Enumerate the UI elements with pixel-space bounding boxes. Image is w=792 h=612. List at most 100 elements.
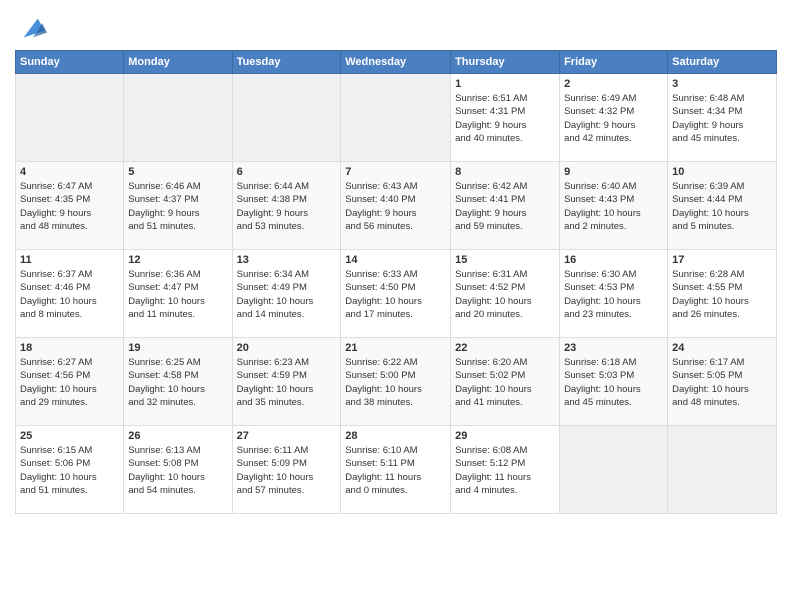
week-row-1: 1Sunrise: 6:51 AM Sunset: 4:31 PM Daylig…	[16, 74, 777, 162]
day-number: 25	[20, 430, 119, 442]
day-cell	[341, 74, 451, 162]
logo	[15, 14, 47, 42]
day-number: 29	[455, 430, 555, 442]
day-number: 26	[128, 430, 227, 442]
day-cell	[232, 74, 341, 162]
day-number: 23	[564, 342, 663, 354]
day-info: Sunrise: 6:25 AM Sunset: 4:58 PM Dayligh…	[128, 356, 227, 409]
day-info: Sunrise: 6:39 AM Sunset: 4:44 PM Dayligh…	[672, 180, 772, 233]
day-cell: 19Sunrise: 6:25 AM Sunset: 4:58 PM Dayli…	[124, 338, 232, 426]
day-number: 7	[345, 166, 446, 178]
day-cell: 10 Sunrise: 6:39 AM Sunset: 4:44 PM Dayli…	[668, 162, 777, 250]
day-cell: 29 Sunrise: 6:08 AM Sunset: 5:12 PM Dayli…	[451, 426, 560, 514]
day-info: Sunrise: 6:17 AM Sunset: 5:05 PM Dayligh…	[672, 356, 772, 409]
day-cell: 4 Sunrise: 6:47 AM Sunset: 4:35 PM Daylig…	[16, 162, 124, 250]
day-number: 16	[564, 254, 663, 266]
day-cell: 12 Sunrise: 6:36 AM Sunset: 4:47 PM Dayli…	[124, 250, 232, 338]
header-cell-sunday: Sunday	[16, 51, 124, 74]
day-info: Sunrise: 6:42 AM Sunset: 4:41 PM Dayligh…	[455, 180, 555, 233]
week-row-5: 25 Sunrise: 6:15 AM Sunset: 5:06 PM Dayli…	[16, 426, 777, 514]
day-number: 9	[564, 166, 663, 178]
day-info: Sunrise: 6:34 AM Sunset: 4:49 PM Dayligh…	[237, 268, 337, 321]
day-number: 3	[672, 78, 772, 90]
day-cell	[124, 74, 232, 162]
day-info: Sunrise: 6:48 AM Sunset: 4:34 PM Dayligh…	[672, 92, 772, 145]
day-info: Sunrise: 6:10 AM Sunset: 5:11 PM Dayligh…	[345, 444, 446, 497]
day-number: 21	[345, 342, 446, 354]
day-info: Sunrise: 6:37 AM Sunset: 4:46 PM Dayligh…	[20, 268, 119, 321]
day-number: 18	[20, 342, 119, 354]
day-cell	[16, 74, 124, 162]
day-cell	[668, 426, 777, 514]
day-number: 27	[237, 430, 337, 442]
day-number: 12	[128, 254, 227, 266]
header-cell-monday: Monday	[124, 51, 232, 74]
day-number: 15	[455, 254, 555, 266]
day-info: Sunrise: 6:49 AM Sunset: 4:32 PM Dayligh…	[564, 92, 663, 145]
day-info: Sunrise: 6:33 AM Sunset: 4:50 PM Dayligh…	[345, 268, 446, 321]
day-cell	[560, 426, 668, 514]
day-cell: 23 Sunrise: 6:18 AM Sunset: 5:03 PM Dayli…	[560, 338, 668, 426]
day-cell: 20 Sunrise: 6:23 AM Sunset: 4:59 PM Dayli…	[232, 338, 341, 426]
day-number: 4	[20, 166, 119, 178]
week-row-2: 4 Sunrise: 6:47 AM Sunset: 4:35 PM Daylig…	[16, 162, 777, 250]
day-info: Sunrise: 6:15 AM Sunset: 5:06 PM Dayligh…	[20, 444, 119, 497]
day-info: Sunrise: 6:43 AM Sunset: 4:40 PM Dayligh…	[345, 180, 446, 233]
day-cell: 27Sunrise: 6:11 AM Sunset: 5:09 PM Dayli…	[232, 426, 341, 514]
day-cell: 6 Sunrise: 6:44 AM Sunset: 4:38 PM Daylig…	[232, 162, 341, 250]
week-row-4: 18 Sunrise: 6:27 AM Sunset: 4:56 PM Dayli…	[16, 338, 777, 426]
day-info: Sunrise: 6:23 AM Sunset: 4:59 PM Dayligh…	[237, 356, 337, 409]
day-number: 22	[455, 342, 555, 354]
day-cell: 2 Sunrise: 6:49 AM Sunset: 4:32 PM Daylig…	[560, 74, 668, 162]
header-cell-wednesday: Wednesday	[341, 51, 451, 74]
header	[15, 10, 777, 42]
day-number: 1	[455, 78, 555, 90]
day-cell: 13Sunrise: 6:34 AM Sunset: 4:49 PM Dayli…	[232, 250, 341, 338]
day-cell: 7 Sunrise: 6:43 AM Sunset: 4:40 PM Daylig…	[341, 162, 451, 250]
day-number: 20	[237, 342, 337, 354]
day-info: Sunrise: 6:08 AM Sunset: 5:12 PM Dayligh…	[455, 444, 555, 497]
day-cell: 25 Sunrise: 6:15 AM Sunset: 5:06 PM Dayli…	[16, 426, 124, 514]
day-cell: 17Sunrise: 6:28 AM Sunset: 4:55 PM Dayli…	[668, 250, 777, 338]
day-info: Sunrise: 6:47 AM Sunset: 4:35 PM Dayligh…	[20, 180, 119, 233]
day-info: Sunrise: 6:13 AM Sunset: 5:08 PM Dayligh…	[128, 444, 227, 497]
day-cell: 8 Sunrise: 6:42 AM Sunset: 4:41 PM Daylig…	[451, 162, 560, 250]
day-number: 24	[672, 342, 772, 354]
day-info: Sunrise: 6:40 AM Sunset: 4:43 PM Dayligh…	[564, 180, 663, 233]
page: SundayMondayTuesdayWednesdayThursdayFrid…	[0, 0, 792, 524]
logo-icon	[19, 14, 47, 42]
day-number: 5	[128, 166, 227, 178]
day-cell: 15 Sunrise: 6:31 AM Sunset: 4:52 PM Dayli…	[451, 250, 560, 338]
day-cell: 3 Sunrise: 6:48 AM Sunset: 4:34 PM Daylig…	[668, 74, 777, 162]
day-info: Sunrise: 6:44 AM Sunset: 4:38 PM Dayligh…	[237, 180, 337, 233]
header-cell-thursday: Thursday	[451, 51, 560, 74]
day-cell: 28 Sunrise: 6:10 AM Sunset: 5:11 PM Dayli…	[341, 426, 451, 514]
day-cell: 26 Sunrise: 6:13 AM Sunset: 5:08 PM Dayli…	[124, 426, 232, 514]
week-row-3: 11 Sunrise: 6:37 AM Sunset: 4:46 PM Dayli…	[16, 250, 777, 338]
day-cell: 18 Sunrise: 6:27 AM Sunset: 4:56 PM Dayli…	[16, 338, 124, 426]
day-info: Sunrise: 6:31 AM Sunset: 4:52 PM Dayligh…	[455, 268, 555, 321]
day-number: 2	[564, 78, 663, 90]
header-cell-saturday: Saturday	[668, 51, 777, 74]
header-cell-friday: Friday	[560, 51, 668, 74]
day-cell: 5Sunrise: 6:46 AM Sunset: 4:37 PM Daylig…	[124, 162, 232, 250]
day-info: Sunrise: 6:36 AM Sunset: 4:47 PM Dayligh…	[128, 268, 227, 321]
day-info: Sunrise: 6:18 AM Sunset: 5:03 PM Dayligh…	[564, 356, 663, 409]
day-number: 11	[20, 254, 119, 266]
day-cell: 21 Sunrise: 6:22 AM Sunset: 5:00 PM Dayli…	[341, 338, 451, 426]
day-number: 28	[345, 430, 446, 442]
day-cell: 1Sunrise: 6:51 AM Sunset: 4:31 PM Daylig…	[451, 74, 560, 162]
calendar-table: SundayMondayTuesdayWednesdayThursdayFrid…	[15, 50, 777, 514]
header-cell-tuesday: Tuesday	[232, 51, 341, 74]
day-cell: 9 Sunrise: 6:40 AM Sunset: 4:43 PM Daylig…	[560, 162, 668, 250]
day-info: Sunrise: 6:22 AM Sunset: 5:00 PM Dayligh…	[345, 356, 446, 409]
day-number: 10	[672, 166, 772, 178]
day-number: 8	[455, 166, 555, 178]
day-number: 14	[345, 254, 446, 266]
day-number: 17	[672, 254, 772, 266]
day-info: Sunrise: 6:27 AM Sunset: 4:56 PM Dayligh…	[20, 356, 119, 409]
day-number: 6	[237, 166, 337, 178]
day-info: Sunrise: 6:20 AM Sunset: 5:02 PM Dayligh…	[455, 356, 555, 409]
day-cell: 22 Sunrise: 6:20 AM Sunset: 5:02 PM Dayli…	[451, 338, 560, 426]
day-cell: 11 Sunrise: 6:37 AM Sunset: 4:46 PM Dayli…	[16, 250, 124, 338]
